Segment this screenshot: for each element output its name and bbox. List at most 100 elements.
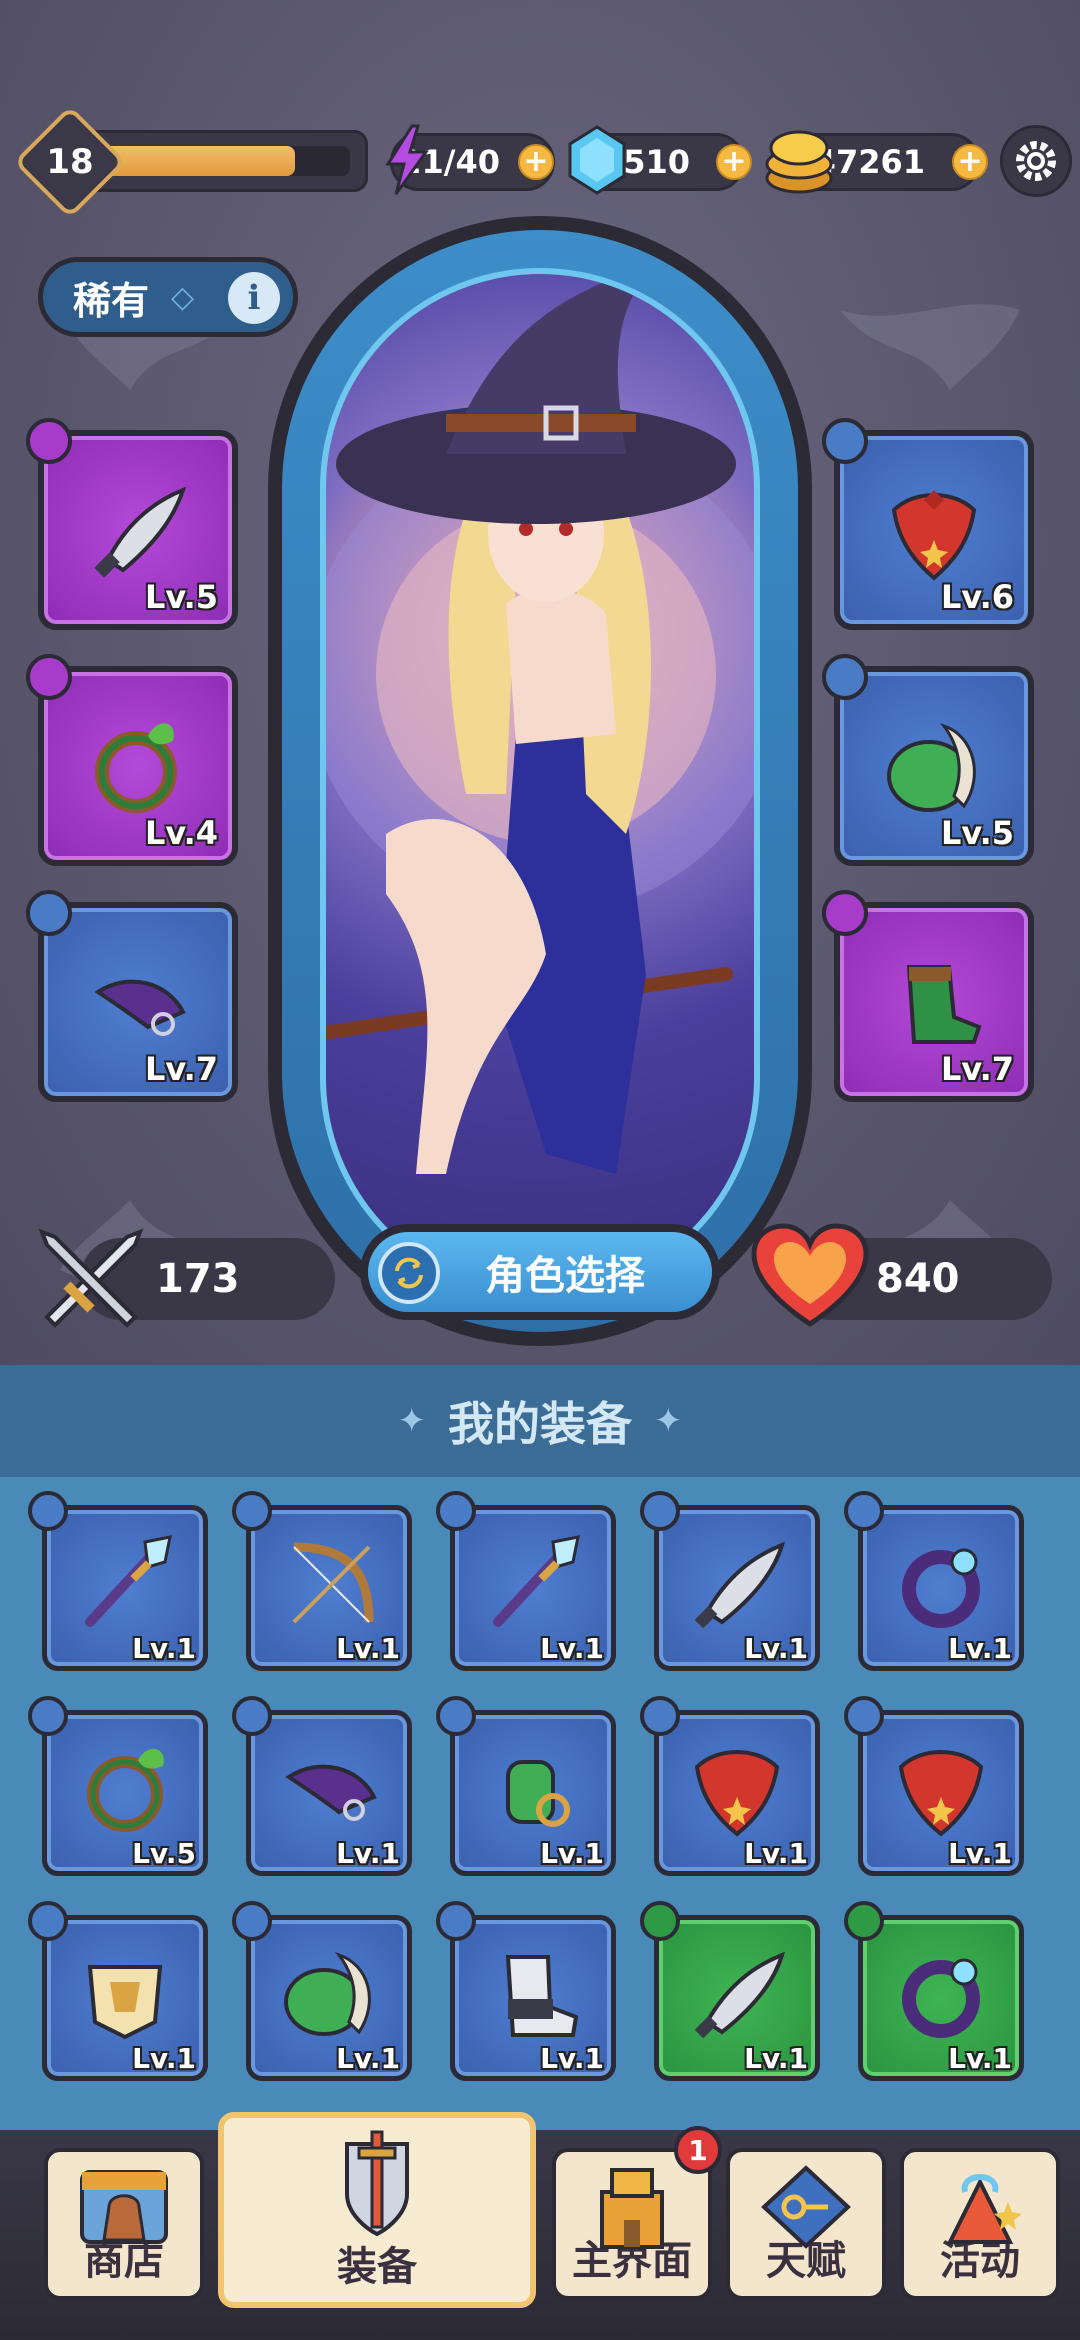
item-type-icon	[844, 1491, 884, 1531]
equipped-necklace-slot[interactable]: Lv.6	[822, 418, 1034, 630]
inventory-item[interactable]: Lv.5	[28, 1696, 208, 1876]
bow-icon	[292, 1542, 374, 1624]
nav-talent[interactable]: 天赋	[726, 2148, 886, 2300]
equipped-boots-level: Lv.7	[940, 1050, 1014, 1088]
armor-type-icon	[822, 654, 868, 700]
ring-icon	[902, 1548, 980, 1628]
shield-sword-icon	[345, 2130, 409, 2237]
settings-button[interactable]	[1000, 125, 1072, 197]
hp-value: 840	[876, 1256, 960, 1302]
notification-badge: 1	[674, 2126, 722, 2174]
inventory-item[interactable]: Lv.1	[640, 1696, 820, 1876]
item-type-icon	[640, 1901, 680, 1941]
ring-type-icon	[26, 654, 72, 700]
item-level: Lv.1	[744, 1837, 808, 1870]
item-level: Lv.1	[132, 1632, 196, 1665]
gear-icon	[1016, 141, 1056, 181]
rarity-label: 稀有	[73, 278, 150, 323]
equipped-hat-slot[interactable]: Lv.7	[26, 890, 238, 1102]
item-type-icon	[640, 1696, 680, 1736]
character-select-label: 角色选择	[485, 1253, 645, 1299]
hat-icon	[285, 1764, 377, 1821]
feather-hat-icon	[94, 979, 186, 1036]
inventory-item[interactable]: Lv.1	[640, 1491, 820, 1671]
crossed-swords-icon	[38, 1228, 144, 1328]
inventory-item[interactable]: Lv.1	[844, 1696, 1024, 1876]
boots-type-icon	[822, 890, 868, 936]
player-level: 18	[46, 142, 94, 182]
sword-icon	[694, 1541, 786, 1629]
inventory-item[interactable]: Lv.1	[232, 1491, 412, 1671]
boots-icon	[505, 1955, 579, 2037]
energy-plus-icon[interactable]: +	[518, 144, 554, 180]
equipped-necklace-level: Lv.6	[940, 578, 1014, 616]
item-level: Lv.1	[336, 2042, 400, 2075]
coin-stack-icon	[765, 130, 833, 194]
leaf-ring-icon	[95, 723, 177, 813]
inventory-item[interactable]: Lv.1	[232, 1696, 412, 1876]
inventory-item[interactable]: Lv.1	[232, 1901, 412, 2081]
talent-key-icon	[761, 2165, 851, 2249]
character-portrait[interactable]	[320, 268, 760, 1298]
equipped-armor-slot[interactable]: Lv.5	[822, 654, 1034, 866]
gauntlet-icon	[506, 1760, 570, 1827]
inventory-item[interactable]: Lv.1	[640, 1901, 820, 2081]
inventory-header: ✦ 我的装备 ✦	[0, 1365, 1080, 1477]
equipped-weapon-slot[interactable]: Lv.5	[26, 418, 238, 630]
inventory-item[interactable]: Lv.1	[28, 1901, 208, 2081]
inventory-item[interactable]: Lv.1	[844, 1901, 1024, 2081]
nav-shop[interactable]: 商店	[44, 2148, 204, 2300]
gems-plus-icon[interactable]: +	[716, 144, 752, 180]
attack-value: 173	[156, 1256, 240, 1302]
equipped-ring-level: Lv.4	[144, 814, 218, 852]
item-level: Lv.1	[744, 1632, 808, 1665]
item-level: Lv.1	[948, 2042, 1012, 2075]
witch-character-illustration	[326, 274, 754, 1174]
equipped-boots-slot[interactable]: Lv.7	[822, 890, 1034, 1102]
equipped-ring-slot[interactable]: Lv.4	[26, 654, 238, 866]
item-level: Lv.1	[948, 1632, 1012, 1665]
item-type-icon	[844, 1696, 884, 1736]
coins-plus-icon[interactable]: +	[952, 144, 988, 180]
ring-icon	[902, 1958, 980, 2038]
inventory-item[interactable]: Lv.1	[844, 1491, 1024, 1671]
inventory-item[interactable]: Lv.1	[436, 1491, 616, 1671]
castle-icon	[600, 2168, 664, 2249]
item-level: Lv.5	[132, 1837, 196, 1870]
staff-icon	[85, 1535, 172, 1627]
scarf-icon	[891, 490, 977, 581]
inventory-item[interactable]: Lv.1	[436, 1901, 616, 2081]
leaf-ring-icon	[87, 1748, 164, 1832]
item-level: Lv.1	[336, 1632, 400, 1665]
wing-left-icon: ✦	[397, 1401, 427, 1441]
curved-blade-icon	[94, 486, 187, 578]
item-type-icon	[28, 1491, 68, 1531]
item-type-icon	[436, 1491, 476, 1531]
heart-icon	[751, 1223, 869, 1328]
item-type-icon	[28, 1901, 68, 1941]
item-type-icon	[640, 1491, 680, 1531]
inventory-item[interactable]: Lv.1	[28, 1491, 208, 1671]
necklace-type-icon	[822, 418, 868, 464]
item-type-icon	[232, 1901, 272, 1941]
gem-icon	[568, 125, 626, 195]
green-cloak-icon	[284, 1952, 371, 2036]
nav-equip[interactable]: 装备	[218, 2112, 536, 2308]
equipped-armor-level: Lv.5	[940, 814, 1014, 852]
staff-icon	[493, 1535, 580, 1627]
hat-type-icon	[26, 890, 72, 936]
item-type-icon	[232, 1491, 272, 1531]
item-type-icon	[436, 1901, 476, 1941]
equipped-hat-level: Lv.7	[144, 1050, 218, 1088]
nav-events[interactable]: 活动	[900, 2148, 1060, 2300]
xp-fill	[100, 146, 295, 176]
inventory-title: 我的装备	[448, 1397, 632, 1451]
diamond-icon: ◇	[171, 279, 195, 315]
item-level: Lv.1	[540, 1837, 604, 1870]
inventory-item[interactable]: Lv.1	[436, 1696, 616, 1876]
events-icon	[946, 2174, 1022, 2244]
green-cloak-icon	[887, 723, 976, 812]
info-button[interactable]: i	[228, 272, 280, 324]
item-level: Lv.1	[540, 1632, 604, 1665]
item-level: Lv.1	[132, 2042, 196, 2075]
